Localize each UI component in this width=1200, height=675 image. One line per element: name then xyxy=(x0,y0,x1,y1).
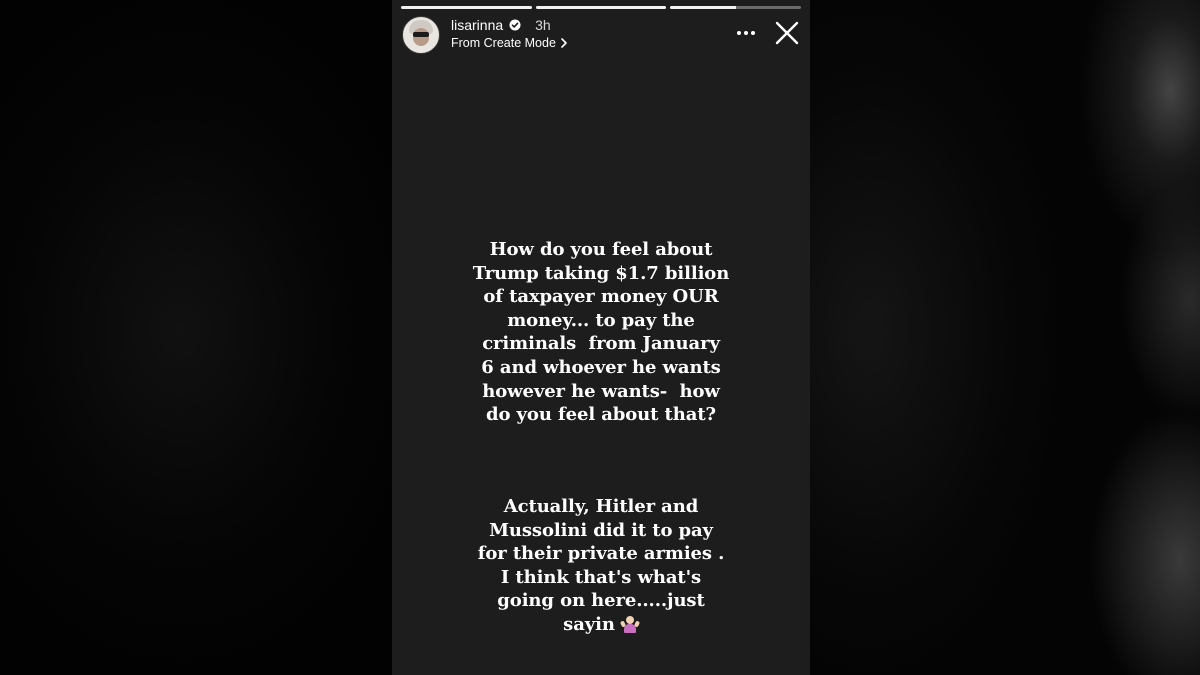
create-mode-link[interactable]: From Create Mode xyxy=(451,36,568,50)
story-text-line: Mussolini did it to pay xyxy=(489,519,713,541)
story-text-line: How do you feel about xyxy=(489,239,713,260)
story-text-line: criminals from January xyxy=(482,333,720,355)
story-text-line: Trump taking $1.7 billion xyxy=(472,262,730,284)
more-dot xyxy=(751,31,755,35)
create-mode-label: From Create Mode xyxy=(451,36,556,50)
story-text-block-1: How do you feel about Trump taking $1.7 … xyxy=(432,238,770,427)
more-dot xyxy=(737,31,741,35)
avatar[interactable] xyxy=(402,16,440,54)
more-options-icon[interactable] xyxy=(734,23,758,43)
avatar-face xyxy=(413,28,429,46)
progress-segment xyxy=(401,6,532,9)
story-card[interactable]: lisarinna 3h From Create Mode How do you… xyxy=(392,0,810,675)
blurred-background-left xyxy=(0,0,392,675)
close-icon[interactable] xyxy=(774,20,800,46)
progress-segment xyxy=(670,6,802,9)
avatar-sunglasses xyxy=(413,32,429,37)
story-text-line: however he wants- how xyxy=(482,380,720,402)
progress-fill xyxy=(535,6,667,9)
user-line: lisarinna 3h xyxy=(451,17,551,33)
more-dot xyxy=(744,31,748,35)
story-progress-bar xyxy=(401,6,802,9)
username[interactable]: lisarinna xyxy=(451,17,503,33)
progress-fill xyxy=(670,6,736,9)
story-text-line: I think that's what's xyxy=(500,566,702,588)
progress-segment xyxy=(535,6,667,9)
blurred-background-right xyxy=(810,0,1200,675)
story-text-last-line: sayin xyxy=(432,613,770,637)
story-text-line: 6 and whoever he wants xyxy=(481,356,721,378)
story-text-line: of taxpayer money OUR xyxy=(483,286,719,308)
progress-fill xyxy=(401,6,532,9)
story-text-line: for their private armies . xyxy=(477,543,725,565)
chevron-right-icon xyxy=(561,38,567,48)
post-time: 3h xyxy=(535,17,551,33)
story-viewer: lisarinna 3h From Create Mode How do you… xyxy=(0,0,1200,675)
story-text-line: Actually, Hitler and xyxy=(503,496,699,517)
story-header: lisarinna 3h From Create Mode xyxy=(402,16,800,54)
person-shrugging-emoji xyxy=(619,615,640,633)
story-text-line: do you feel about that? xyxy=(486,404,716,426)
verified-badge-icon xyxy=(509,19,521,31)
story-text-line: sayin xyxy=(563,613,615,635)
story-text-block-2: Actually, Hitler and Mussolini did it to… xyxy=(432,495,770,637)
story-text-line: money... to pay the xyxy=(507,309,695,331)
story-text-line: going on here.....just xyxy=(497,590,705,612)
